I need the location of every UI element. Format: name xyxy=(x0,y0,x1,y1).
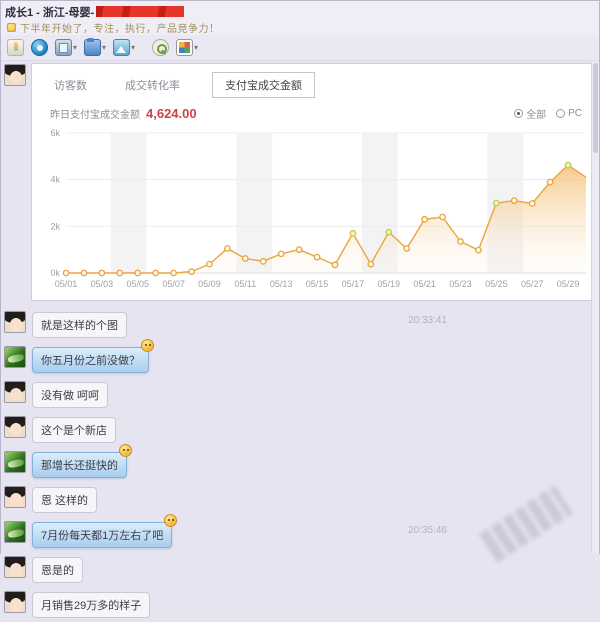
device-filters: 全部 PC xyxy=(514,106,582,121)
svg-text:2k: 2k xyxy=(50,221,60,231)
svg-text:05/03: 05/03 xyxy=(91,279,114,289)
analytics-tab-1[interactable]: 成交转化率 xyxy=(119,73,186,97)
avatar[interactable] xyxy=(4,416,26,438)
avatar[interactable] xyxy=(4,451,26,473)
redacted-title-block xyxy=(96,6,184,17)
message-bubble[interactable]: 就是这样的个图 xyxy=(32,312,127,338)
message-bubble[interactable]: 恩是的 xyxy=(32,557,83,583)
svg-text:05/29: 05/29 xyxy=(557,279,580,289)
svg-text:05/13: 05/13 xyxy=(270,279,293,289)
wand-icon[interactable] xyxy=(7,39,24,56)
analytics-tab-2[interactable]: 支付宝成交金额 xyxy=(212,72,315,98)
send-image-dropdown-caret[interactable]: ▾ xyxy=(131,44,135,52)
svg-text:05/09: 05/09 xyxy=(198,279,221,289)
device-filter-radio[interactable]: 全部 xyxy=(514,106,546,121)
message-text: 这个是个新店 xyxy=(41,425,107,437)
message-row: 那增长还挺快的 xyxy=(1,447,593,482)
svg-text:05/25: 05/25 xyxy=(485,279,508,289)
chat-window: 成长1 - 浙江-母婴- 下半年开始了，专注，执行，产品竞争力！ ▾ ▾ ▾ ▾… xyxy=(0,0,600,554)
avatar[interactable] xyxy=(4,556,26,578)
smiley-emoji-icon xyxy=(164,514,177,527)
message-row: 你五月份之前没做？ xyxy=(1,342,593,377)
svg-text:05/11: 05/11 xyxy=(234,279,256,289)
apps-dropdown-caret[interactable]: ▾ xyxy=(194,44,198,52)
message-timestamp: 20:35:46 xyxy=(408,525,447,536)
svg-text:05/21: 05/21 xyxy=(413,279,436,289)
sales-chart: 0k 2k 4k 6k 05/01 05/03 05/05 05/07 05/09 05/11 05… xyxy=(34,125,594,303)
message-text: 恩是的 xyxy=(41,565,74,577)
voice-icon[interactable] xyxy=(31,39,48,56)
device-filter-radio[interactable]: PC xyxy=(556,108,582,119)
message-text: 那增长还挺快的 xyxy=(41,460,118,472)
vertical-scrollbar[interactable] xyxy=(591,61,599,553)
message-timestamp: 20:33:41 xyxy=(408,315,447,326)
apps-icon[interactable] xyxy=(176,39,193,56)
svg-text:6k: 6k xyxy=(50,128,60,138)
scrollbar-thumb[interactable] xyxy=(593,63,598,153)
message-list: 就是这样的个图 20:33:41 你五月份之前没做？ 没有做 呵呵 这个是个新店… xyxy=(1,307,593,622)
message-bubble[interactable]: 7月份每天都1万左右了吧 xyxy=(32,522,172,548)
svg-text:05/17: 05/17 xyxy=(342,279,365,289)
send-image-icon[interactable] xyxy=(113,39,130,56)
message-text: 你五月份之前没做？ xyxy=(41,355,140,367)
svg-text:05/27: 05/27 xyxy=(521,279,544,289)
svg-text:05/01: 05/01 xyxy=(55,279,78,289)
analytics-card: 访客数成交转化率支付宝成交金额 昨日支付宝成交金额 4,624.00 全部PC … xyxy=(31,63,597,301)
message-text: 就是这样的个图 xyxy=(41,320,118,332)
send-file-icon[interactable] xyxy=(84,39,101,56)
window-title: 成长1 - 浙江-母婴- xyxy=(5,4,94,20)
message-row: 这个是个新店 xyxy=(1,412,593,447)
avatar[interactable] xyxy=(4,486,26,508)
search-icon[interactable] xyxy=(152,39,169,56)
analytics-tab-0[interactable]: 访客数 xyxy=(48,73,93,97)
message-row: 没有做 呵呵 xyxy=(1,377,593,412)
message-text: 7月份每天都1万左右了吧 xyxy=(41,530,163,542)
svg-text:05/05: 05/05 xyxy=(126,279,149,289)
avatar[interactable] xyxy=(4,521,26,543)
message-bubble[interactable]: 你五月份之前没做？ xyxy=(32,347,149,373)
screenshot-icon[interactable] xyxy=(55,39,72,56)
stat-value: 4,624.00 xyxy=(146,106,197,121)
title-bar: 成长1 - 浙江-母婴- xyxy=(1,1,599,19)
avatar[interactable] xyxy=(4,346,26,368)
message-bubble[interactable]: 恩 这样的 xyxy=(32,487,97,513)
group-announcement: 下半年开始了，专注，执行，产品竞争力！ xyxy=(1,19,599,35)
smiley-emoji-icon xyxy=(141,339,154,352)
announcement-icon xyxy=(7,23,16,32)
message-row: 恩 这样的 xyxy=(1,482,593,517)
analytics-tabs: 访客数 成交转化率 支付宝成交金额 xyxy=(32,64,596,98)
announcement-text: 下半年开始了，专注，执行，产品竞争力！ xyxy=(20,20,220,35)
message-text: 恩 这样的 xyxy=(41,495,88,507)
svg-text:05/15: 05/15 xyxy=(306,279,329,289)
message-row: 就是这样的个图 20:33:41 xyxy=(1,307,593,342)
svg-text:05/19: 05/19 xyxy=(377,279,400,289)
svg-text:0k: 0k xyxy=(50,268,60,278)
svg-text:05/07: 05/07 xyxy=(162,279,185,289)
chat-toolbar: ▾ ▾ ▾ ▾ xyxy=(1,35,599,61)
radio-icon[interactable] xyxy=(514,109,523,118)
message-bubble[interactable]: 这个是个新店 xyxy=(32,417,116,443)
avatar[interactable] xyxy=(4,64,26,86)
screenshot-dropdown-caret[interactable]: ▾ xyxy=(73,44,77,52)
message-text: 月销售29万多的样子 xyxy=(41,600,141,612)
avatar[interactable] xyxy=(4,591,26,613)
avatar[interactable] xyxy=(4,381,26,403)
message-bubble[interactable]: 月销售29万多的样子 xyxy=(32,592,150,618)
message-row: 月销售29万多的样子 xyxy=(1,587,593,622)
avatar[interactable] xyxy=(4,311,26,333)
message-bubble[interactable]: 那增长还挺快的 xyxy=(32,452,127,478)
svg-text:05/23: 05/23 xyxy=(449,279,472,289)
stat-label: 昨日支付宝成交金额 xyxy=(50,106,140,121)
message-text: 没有做 呵呵 xyxy=(41,390,99,402)
send-file-dropdown-caret[interactable]: ▾ xyxy=(102,44,106,52)
message-bubble[interactable]: 没有做 呵呵 xyxy=(32,382,108,408)
svg-text:4k: 4k xyxy=(50,175,60,185)
smiley-emoji-icon xyxy=(119,444,132,457)
chat-message-area: 访客数成交转化率支付宝成交金额 昨日支付宝成交金额 4,624.00 全部PC … xyxy=(1,61,599,555)
radio-icon[interactable] xyxy=(556,109,565,118)
